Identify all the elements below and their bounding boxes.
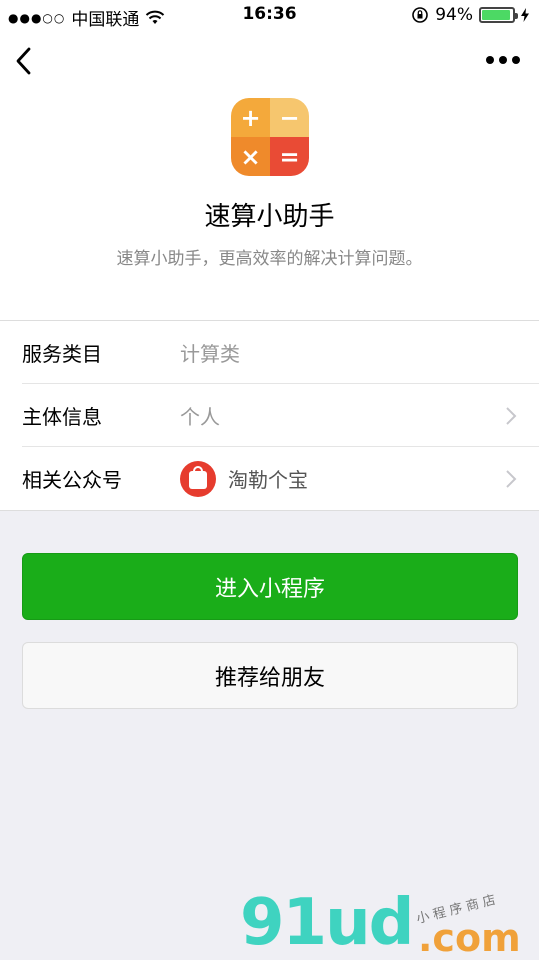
app-description: 速算小助手，更高效率的解决计算问题。 — [116, 249, 423, 269]
calculator-app-icon: + − × = — [231, 98, 309, 176]
app-header: + − × = 速算小助手 速算小助手，更高效率的解决计算问题。 — [0, 92, 539, 320]
app-name: 速算小助手 — [204, 202, 335, 232]
category-row: 服务类目 计算类 — [22, 321, 539, 384]
category-value: 计算类 — [180, 341, 240, 366]
battery-icon — [479, 7, 518, 23]
subject-row[interactable]: 主体信息 个人 — [22, 384, 539, 447]
chevron-right-icon — [506, 470, 517, 488]
watermark-logo: 91ud — [240, 886, 414, 960]
account-row[interactable]: 相关公众号 淘勒个宝 — [22, 447, 539, 510]
account-label: 相关公众号 — [22, 468, 122, 492]
enter-mini-program-button[interactable]: 进入小程序 — [22, 553, 518, 620]
account-value: 淘勒个宝 — [180, 460, 308, 497]
multiply-icon: × — [231, 137, 270, 176]
equals-icon: = — [270, 137, 309, 176]
status-right: 94% — [411, 5, 529, 25]
chevron-right-icon — [506, 407, 517, 425]
info-list: 服务类目 计算类 主体信息 个人 相关公众号 淘勒个宝 — [0, 320, 539, 511]
account-name: 淘勒个宝 — [228, 468, 308, 492]
status-bar: ●●●○○ 中国联通 16:36 94% — [0, 0, 539, 30]
subject-label: 主体信息 — [22, 404, 102, 429]
minus-icon: − — [270, 98, 309, 137]
watermark-domain: .com — [418, 916, 521, 960]
battery-fill — [482, 10, 511, 20]
back-arrow-icon[interactable] — [10, 44, 40, 78]
battery-percent: 94% — [435, 5, 473, 25]
orientation-lock-icon — [412, 7, 429, 23]
shopping-bag-avatar-icon — [180, 460, 216, 497]
more-options-icon[interactable] — [485, 52, 521, 68]
plus-icon: + — [231, 98, 270, 137]
subject-value: 个人 — [180, 404, 220, 429]
nav-bar — [0, 30, 539, 92]
recommend-to-friend-button[interactable]: 推荐给朋友 — [22, 642, 518, 709]
category-label: 服务类目 — [22, 341, 102, 366]
charging-icon — [521, 8, 529, 22]
